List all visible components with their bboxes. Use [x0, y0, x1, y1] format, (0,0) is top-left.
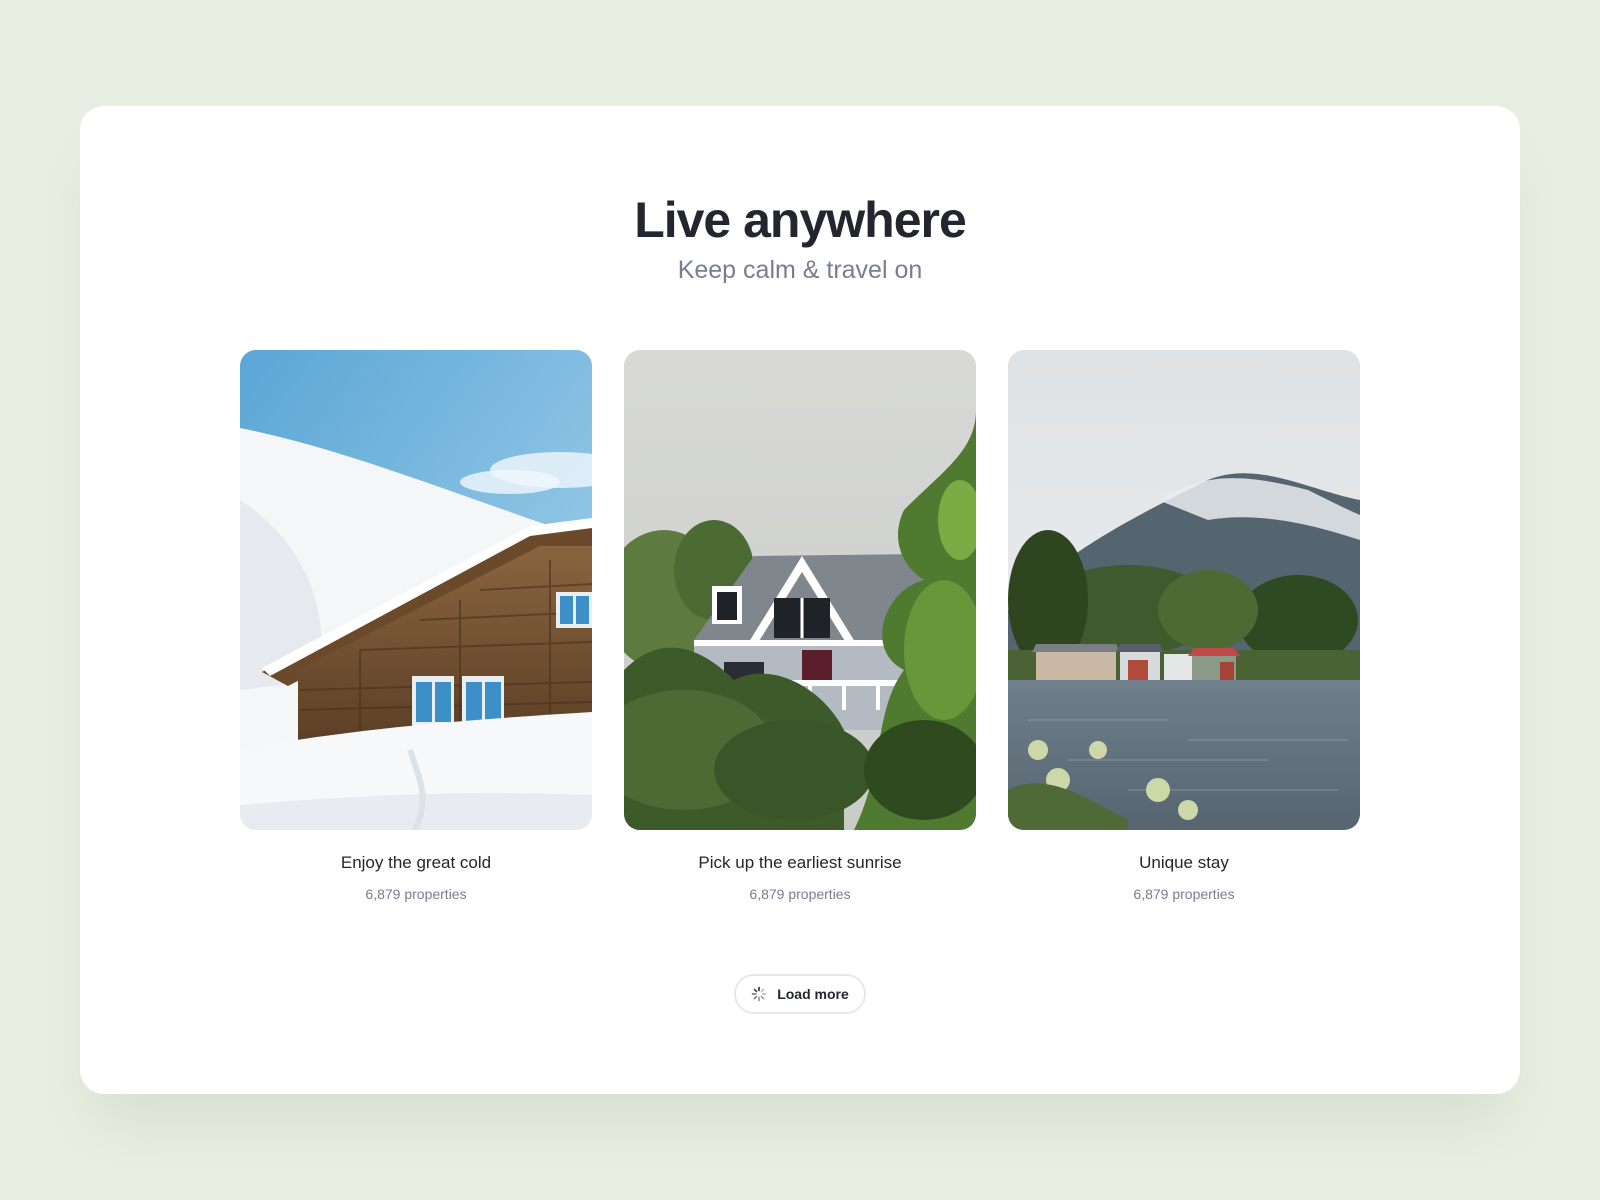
section-title: Live anywhere	[634, 192, 967, 248]
lake-boathouses-photo[interactable]	[1008, 350, 1360, 830]
category-title[interactable]: Pick up the earliest sunrise	[624, 850, 976, 876]
category-property-count: 6,879 properties	[1133, 886, 1235, 902]
category-property-count: 6,879 properties	[749, 886, 851, 902]
category-card-unique-stay[interactable]: Unique stay 6,879 properties	[1008, 350, 1360, 930]
white-house-photo[interactable]	[624, 350, 976, 830]
category-card-earliest-sunrise[interactable]: Pick up the earliest sunrise 6,879 prope…	[624, 350, 976, 930]
loading-spinner-icon	[751, 986, 767, 1002]
category-title[interactable]: Enjoy the great cold	[240, 850, 592, 876]
category-list: Enjoy the great cold 6,879 properties Pi…	[240, 350, 1360, 930]
category-title[interactable]: Unique stay	[1008, 850, 1360, 876]
snowy-chalet-photo[interactable]	[240, 350, 592, 830]
load-more-button[interactable]: Load more	[734, 974, 866, 1014]
live-anywhere-section: Live anywhere Keep calm & travel on Enjo…	[80, 106, 1520, 1094]
category-card-great-cold[interactable]: Enjoy the great cold 6,879 properties	[240, 350, 592, 930]
section-subtitle: Keep calm & travel on	[677, 256, 923, 284]
category-property-count: 6,879 properties	[365, 886, 467, 902]
load-more-label: Load more	[777, 986, 849, 1002]
